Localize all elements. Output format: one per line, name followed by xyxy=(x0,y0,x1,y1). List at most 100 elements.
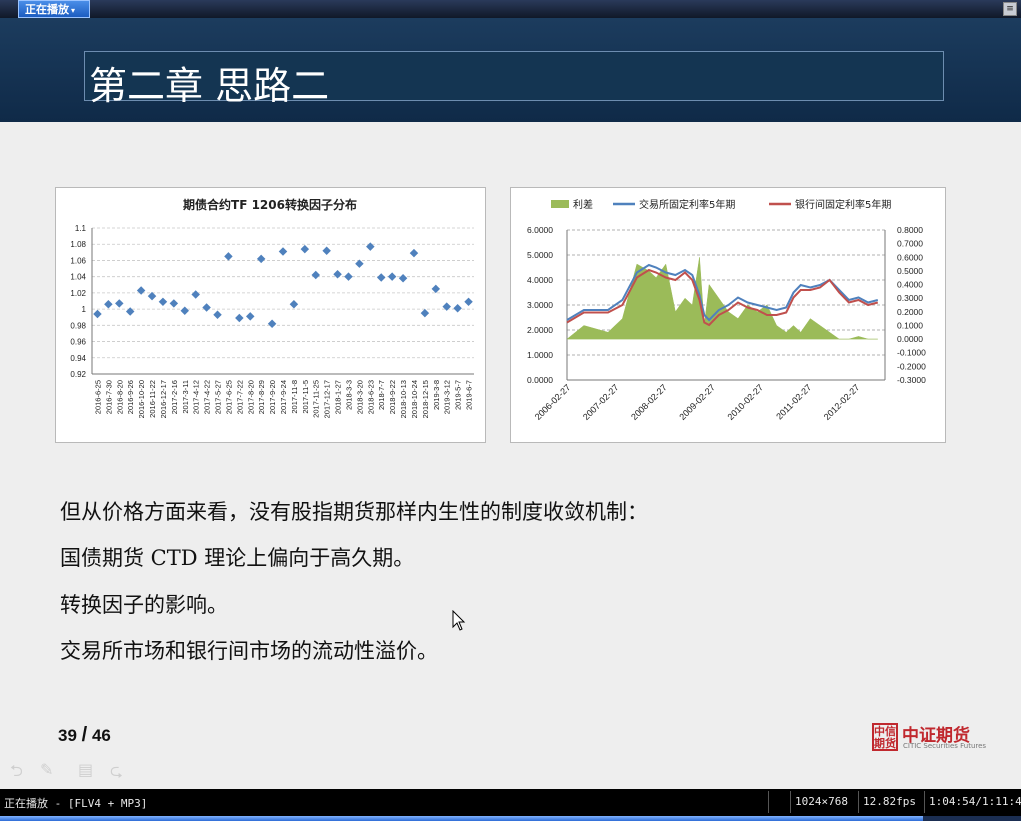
chart1-x-tick-label: 2017-12-17 xyxy=(323,380,332,418)
chart1-y-tick-label: 0.92 xyxy=(70,370,86,379)
chart1-x-tick-label: 2017-5-27 xyxy=(214,380,223,414)
chart1-point xyxy=(431,284,441,294)
body-line-3: 转换因子的影响。 xyxy=(60,593,228,617)
chart1-point xyxy=(104,300,113,309)
chart1-y-tick-label: 1.04 xyxy=(70,273,86,282)
pen-icon[interactable]: ✎ xyxy=(40,760,53,779)
chart2-x-tick-label: 2010-02-27 xyxy=(726,382,766,422)
playback-progress-bar[interactable] xyxy=(0,816,1021,821)
mouse-cursor-icon xyxy=(452,610,466,631)
chart2-right-tick-label: 0.0000 xyxy=(897,334,923,344)
player-status-bar: 正在播放 - [FLV4 + MP3] 1024×768 12.82fps 1:… xyxy=(0,789,1021,816)
chart2-right-tick-label: -0.1000 xyxy=(897,348,926,358)
chart1-point xyxy=(136,286,146,295)
menu-icon[interactable]: ▤ xyxy=(78,760,93,779)
chart2-left-tick-label: 0.0000 xyxy=(527,375,553,385)
chart2-x-tick-label: 2006-02-27 xyxy=(533,382,573,422)
chart2-left-tick-label: 6.0000 xyxy=(527,225,553,235)
chart1-y-tick-label: 0.94 xyxy=(70,354,86,363)
chart1-x-tick-label: 2018-12-15 xyxy=(421,380,430,418)
chart1-x-tick-label: 2017-4-22 xyxy=(203,380,212,414)
chart2-x-tick-label: 2008-02-27 xyxy=(629,382,669,422)
chart1-point xyxy=(333,269,342,279)
chart1-point xyxy=(246,312,255,321)
body-line-1: 但从价格方面来看，没有股指期货那样内生性的制度收敛机制： xyxy=(60,500,648,524)
chart2-x-tick-label: 2009-02-27 xyxy=(677,382,717,422)
chart1-point xyxy=(256,254,266,264)
window-mode-icon[interactable]: ≡ xyxy=(1003,2,1017,16)
chart1-point xyxy=(322,246,331,255)
logo-english-name: CITIC Securities Futures xyxy=(903,742,987,750)
chart2-legend-label: 银行间固定利率5年期 xyxy=(795,198,891,211)
chart1-y-tick-label: 0.96 xyxy=(70,338,86,347)
body-line-4: 交易所市场和银行间市场的流动性溢价。 xyxy=(60,639,438,663)
chart1-point xyxy=(93,309,102,319)
chart1-x-tick-label: 2016-11-22 xyxy=(148,380,157,418)
chart1-x-tick-label: 2016-7-30 xyxy=(104,380,113,414)
chart1-x-tick-label: 2016-6-25 xyxy=(93,380,102,414)
chart2-left-tick-label: 1.0000 xyxy=(527,350,553,360)
chart1-x-tick-label: 2018-3-3 xyxy=(344,380,353,410)
chart1-point xyxy=(344,272,353,281)
chart1-x-tick-label: 2017-2-16 xyxy=(170,380,179,414)
status-title: 正在播放 - [FLV4 + MP3] xyxy=(4,797,148,810)
chart2-left-tick-label: 4.0000 xyxy=(527,275,553,285)
chart1-x-tick-label: 2017-8-29 xyxy=(257,380,266,414)
chart2-x-tick-label: 2012-02-27 xyxy=(822,382,862,422)
chart1-x-tick-label: 2018-7-7 xyxy=(377,380,386,410)
chart2-right-tick-label: 0.3000 xyxy=(897,293,923,303)
chevron-down-icon: ▾ xyxy=(71,6,76,15)
chart1-point xyxy=(420,308,430,318)
chart1-x-tick-label: 2018-6-23 xyxy=(366,380,375,414)
chart1-x-tick-label: 2017-9-24 xyxy=(279,380,288,414)
chart1-x-tick-label: 2017-3-11 xyxy=(181,380,190,414)
chart2-left-tick-label: 3.0000 xyxy=(527,300,553,310)
chart2-right-tick-label: -0.2000 xyxy=(897,361,926,371)
chart2-right-tick-label: 0.1000 xyxy=(897,320,923,330)
chart1-x-tick-label: 2018-10-13 xyxy=(399,380,408,418)
chart1-x-tick-label: 2017-11-25 xyxy=(312,380,321,418)
chart2-right-tick-label: 0.5000 xyxy=(897,266,923,276)
chart1-point xyxy=(202,303,211,312)
chart1-point xyxy=(115,299,124,308)
next-arrow-icon[interactable]: ⮎ xyxy=(110,760,123,787)
logo-seal-icon: 中信 期货 xyxy=(872,723,898,751)
chart2-x-tick-label: 2011-02-27 xyxy=(774,382,813,421)
time-readout: 1:04:54/1:11:47 xyxy=(924,791,1021,813)
chart2-spread-area xyxy=(566,257,878,340)
chart1-point xyxy=(442,302,451,311)
chart1-point xyxy=(387,272,397,281)
chart1-point xyxy=(376,273,386,282)
chart1-x-tick-label: 2019-5-7 xyxy=(454,380,463,410)
page-total: 46 xyxy=(91,726,111,745)
chart1-x-tick-label: 2016-10-20 xyxy=(137,380,146,418)
chart1-point xyxy=(125,307,135,316)
player-top-bar: 正在播放 ▾ ≡ xyxy=(0,0,1021,18)
chart1-point xyxy=(191,290,200,299)
title-box: 第二章 思路二 xyxy=(84,51,944,108)
now-playing-menu-button[interactable]: 正在播放 ▾ xyxy=(18,0,90,18)
chart1-x-tick-label: 2018-1-27 xyxy=(334,380,343,414)
chart1-y-tick-label: 1.02 xyxy=(70,289,86,298)
chart2-left-tick-label: 2.0000 xyxy=(527,325,553,335)
previous-arrow-icon[interactable]: ⮌ xyxy=(10,760,23,787)
chart1-y-tick-label: 1.06 xyxy=(70,256,86,265)
chart1-point xyxy=(267,319,277,328)
chart1-x-tick-label: 2018-3-20 xyxy=(355,380,364,414)
now-playing-menu-label: 正在播放 xyxy=(25,3,69,16)
chart1-point xyxy=(300,244,310,254)
chart2-right-tick-label: 0.6000 xyxy=(897,252,923,262)
chart2-x-tick-label: 2007-02-27 xyxy=(581,382,621,422)
page-current: 39 xyxy=(58,726,77,745)
page-separator: / xyxy=(81,724,88,746)
chart2-left-tick-label: 5.0000 xyxy=(527,250,553,260)
chart1-point xyxy=(464,297,473,307)
chart1-point xyxy=(278,247,288,256)
fps-readout: 12.82fps xyxy=(858,791,924,813)
chart1-y-tick-label: 1 xyxy=(82,305,87,314)
chart1-x-tick-label: 2017-11-8 xyxy=(290,380,299,414)
chart1-x-tick-label: 2017-7-22 xyxy=(235,380,244,414)
chart1-point xyxy=(311,270,320,280)
conversion-factor-chart-svg: 期债合约TF 1206转换因子分布 1.1 1.08 1.06 1.04 1.02 1 0.9… xyxy=(70,197,474,418)
slide-title: 第二章 思路二 xyxy=(89,64,330,108)
